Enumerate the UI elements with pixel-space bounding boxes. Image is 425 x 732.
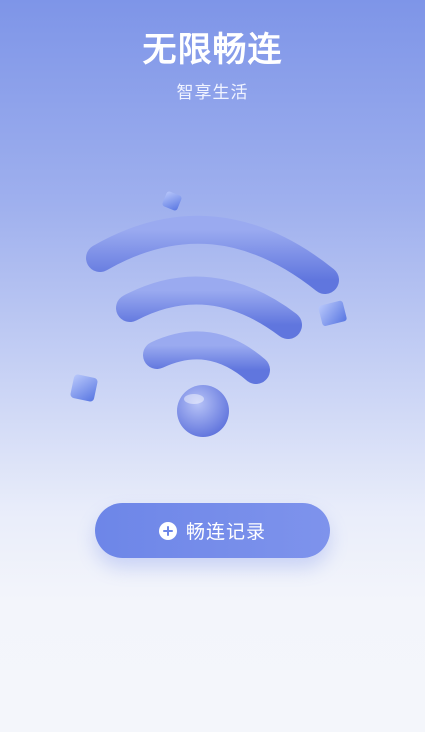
page-title: 无限畅连 <box>142 30 283 70</box>
cube-top-small <box>162 191 182 211</box>
connection-history-button[interactable]: 畅连记录 <box>95 503 330 558</box>
wifi-arc-middle <box>116 276 302 339</box>
cube-right <box>318 300 347 326</box>
app-screen: 无限畅连 智享生活 畅连记录 <box>0 0 425 732</box>
wifi-arcs <box>86 215 339 437</box>
wifi-dot-highlight <box>184 394 204 404</box>
page-subtitle: 智享生活 <box>176 83 249 103</box>
wifi-dot <box>177 385 229 437</box>
connection-history-label: 畅连记录 <box>185 521 266 543</box>
wifi-icon <box>70 191 347 437</box>
cube-left <box>70 374 98 402</box>
wifi-arc-outer <box>86 215 339 294</box>
plus-circle-icon <box>158 521 177 540</box>
wifi-arc-inner <box>143 331 270 384</box>
